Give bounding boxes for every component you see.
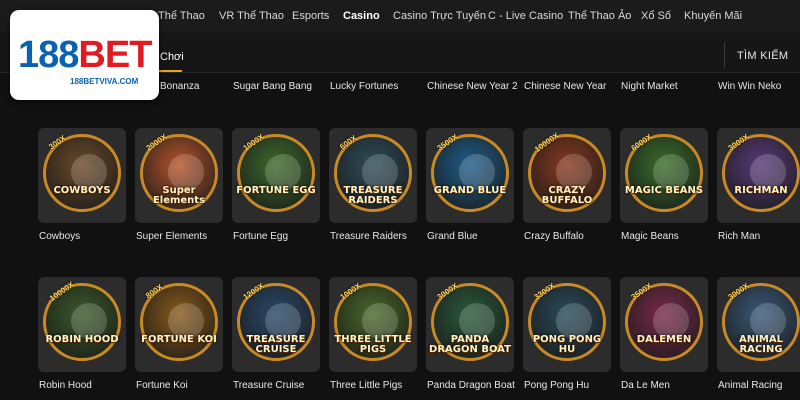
game-label-bonanza[interactable]: Bonanza bbox=[160, 81, 199, 92]
game-logo-text: PANDA DRAGON BOAT bbox=[429, 334, 511, 355]
game-label-sugar-bang-bang[interactable]: Sugar Bang Bang bbox=[233, 81, 312, 92]
game-label-three-little-pigs[interactable]: Three Little Pigs bbox=[330, 380, 402, 391]
game-logo-text: TREASURE CRUISE bbox=[246, 334, 306, 355]
game-card-fortune-koi[interactable]: 800X FORTUNE KOI bbox=[135, 277, 223, 372]
game-label-magic-beans[interactable]: Magic Beans bbox=[621, 231, 679, 242]
game-card-treasure-raiders[interactable]: 600X TREASURE RAIDERS bbox=[329, 128, 417, 223]
nav-c-live-casino[interactable]: C - Live Casino bbox=[488, 10, 563, 22]
game-logo-text: FORTUNE KOI bbox=[141, 334, 217, 345]
game-card-treasure-cruise[interactable]: 1200X TREASURE CRUISE bbox=[232, 277, 320, 372]
game-label-fortune-koi[interactable]: Fortune Koi bbox=[136, 380, 188, 391]
nav-the-thao-ao[interactable]: Thể Thao Ảo bbox=[568, 10, 631, 22]
logo-domain: 188BETVIVA.COM bbox=[70, 77, 139, 86]
game-logo-text: FORTUNE EGG bbox=[236, 185, 316, 196]
game-card-rich-man[interactable]: 3000X RICHMAN bbox=[717, 128, 800, 223]
game-card-super-elements[interactable]: 2000X Super Elements bbox=[135, 128, 223, 223]
game-label-robin-hood[interactable]: Robin Hood bbox=[39, 380, 92, 391]
brand-logo[interactable]: 188BET 188BETVIVA.COM bbox=[10, 10, 159, 100]
game-card-three-little-pigs[interactable]: 1000X THREE LITTLE PIGS bbox=[329, 277, 417, 372]
game-logo-text: DALEMEN bbox=[636, 334, 692, 345]
game-logo-text: CRAZY BUFFALO bbox=[541, 185, 593, 206]
game-logo-text: GRAND BLUE bbox=[433, 185, 507, 196]
game-label-animal-racing[interactable]: Animal Racing bbox=[718, 380, 782, 391]
search-button[interactable]: TÌM KIẾM bbox=[737, 50, 788, 62]
game-card-robin-hood[interactable]: 10000X ROBIN HOOD bbox=[38, 277, 126, 372]
game-logo-text: THREE LITTLE PIGS bbox=[334, 334, 412, 355]
game-logo-text: Super Elements bbox=[152, 185, 206, 206]
nav-esports[interactable]: Esports bbox=[292, 10, 329, 22]
game-logo-text: MAGIC BEANS bbox=[624, 185, 704, 196]
search-divider bbox=[724, 42, 725, 68]
game-label-pong-pong-hu[interactable]: Pong Pong Hu bbox=[524, 380, 589, 391]
game-card-animal-racing[interactable]: 3000X ANIMAL RACING bbox=[717, 277, 800, 372]
game-logo-text: TREASURE RAIDERS bbox=[343, 185, 403, 206]
game-card-panda-dragon-boat[interactable]: 3000X PANDA DRAGON BOAT bbox=[426, 277, 514, 372]
game-logo-text: ANIMAL RACING bbox=[739, 334, 783, 355]
game-logo-text: ROBIN HOOD bbox=[45, 334, 119, 345]
game-label-treasure-raiders[interactable]: Treasure Raiders bbox=[330, 231, 407, 242]
game-label-crazy-buffalo[interactable]: Crazy Buffalo bbox=[524, 231, 584, 242]
game-logo-text: COWBOYS bbox=[53, 185, 111, 196]
game-card-da-le-men[interactable]: 3500X DALEMEN bbox=[620, 277, 708, 372]
game-label-chinese-new-year-2[interactable]: Chinese New Year 2 bbox=[427, 81, 518, 92]
nav-vr-the-thao[interactable]: VR Thể Thao bbox=[219, 10, 284, 22]
game-logo-text: PONG PONG HU bbox=[532, 334, 602, 355]
tab-choi[interactable]: Chơi bbox=[160, 51, 184, 63]
game-label-night-market[interactable]: Night Market bbox=[621, 81, 678, 92]
game-card-magic-beans[interactable]: 6000X MAGIC BEANS bbox=[620, 128, 708, 223]
game-card-fortune-egg[interactable]: 1000X FORTUNE EGG bbox=[232, 128, 320, 223]
nav-casino-truc-tuyen[interactable]: Casino Trực Tuyến bbox=[393, 10, 486, 22]
nav-casino[interactable]: Casino bbox=[343, 10, 380, 22]
active-tab-indicator bbox=[158, 70, 182, 72]
game-card-pong-pong-hu[interactable]: 3300X PONG PONG HU bbox=[523, 277, 611, 372]
game-label-treasure-cruise[interactable]: Treasure Cruise bbox=[233, 380, 304, 391]
game-label-rich-man[interactable]: Rich Man bbox=[718, 231, 760, 242]
game-card-grand-blue[interactable]: 3500X GRAND BLUE bbox=[426, 128, 514, 223]
game-label-chinese-new-year[interactable]: Chinese New Year bbox=[524, 81, 606, 92]
game-card-crazy-buffalo[interactable]: 10000X CRAZY BUFFALO bbox=[523, 128, 611, 223]
game-label-grand-blue[interactable]: Grand Blue bbox=[427, 231, 478, 242]
game-label-panda-dragon-boat[interactable]: Panda Dragon Boat bbox=[427, 380, 515, 391]
game-label-super-elements[interactable]: Super Elements bbox=[136, 231, 207, 242]
logo-wordmark: 188BET bbox=[18, 34, 152, 76]
game-card-cowboys[interactable]: 300X COWBOYS bbox=[38, 128, 126, 223]
nav-xo-so[interactable]: Xổ Số bbox=[641, 10, 671, 22]
game-label-cowboys[interactable]: Cowboys bbox=[39, 231, 80, 242]
nav-khuyen-mai[interactable]: Khuyến Mãi bbox=[684, 10, 742, 22]
game-label-win-win-neko[interactable]: Win Win Neko bbox=[718, 81, 781, 92]
game-label-lucky-fortunes[interactable]: Lucky Fortunes bbox=[330, 81, 398, 92]
game-logo-text: RICHMAN bbox=[734, 185, 788, 196]
game-label-da-le-men[interactable]: Da Le Men bbox=[621, 380, 670, 391]
game-label-fortune-egg[interactable]: Fortune Egg bbox=[233, 231, 288, 242]
nav-the-thao[interactable]: Thể Thao bbox=[158, 10, 205, 22]
